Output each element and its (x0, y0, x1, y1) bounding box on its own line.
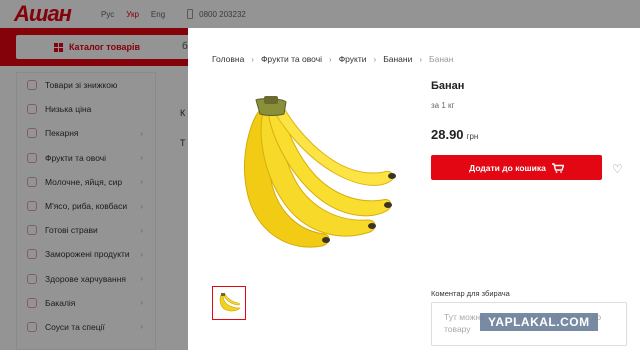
chevron-right-icon: › (251, 54, 254, 64)
product-price: 28.90 грн (431, 127, 478, 142)
product-thumbnail[interactable] (212, 286, 246, 320)
add-to-cart-label: Додати до кошика (469, 162, 546, 173)
product-unit: за 1 кг (431, 101, 455, 110)
chevron-right-icon: › (373, 54, 377, 64)
breadcrumb-current: Банан (429, 54, 454, 64)
breadcrumb-bananas[interactable]: Банани (383, 54, 412, 64)
chevron-right-icon: › (419, 54, 423, 64)
add-to-cart-button[interactable]: Додати до кошика (431, 155, 602, 180)
price-currency: грн (466, 132, 479, 141)
watermark: YAPLAKAL.COM (480, 313, 598, 331)
breadcrumb: Головна › Фрукти та овочі › Фрукти › Бан… (212, 54, 453, 64)
product-image (244, 96, 396, 248)
breadcrumb-home[interactable]: Головна (212, 54, 244, 64)
banana-thumb-icon (219, 293, 241, 312)
product-modal: Головна › Фрукти та овочі › Фрукти › Бан… (188, 28, 640, 350)
price-value: 28.90 (431, 127, 464, 142)
cart-icon (551, 162, 564, 173)
breadcrumb-fruits-vegetables[interactable]: Фрукти та овочі (261, 54, 322, 64)
breadcrumb-fruits[interactable]: Фрукти (339, 54, 367, 64)
comment-label: Коментар для збирача (431, 289, 510, 298)
chevron-right-icon: › (329, 54, 332, 64)
product-title: Банан (431, 80, 465, 92)
page: Ашан Рус Укр Eng 0800 203232 Каталог тов… (0, 0, 640, 350)
heart-icon[interactable]: ♡ (612, 162, 623, 176)
